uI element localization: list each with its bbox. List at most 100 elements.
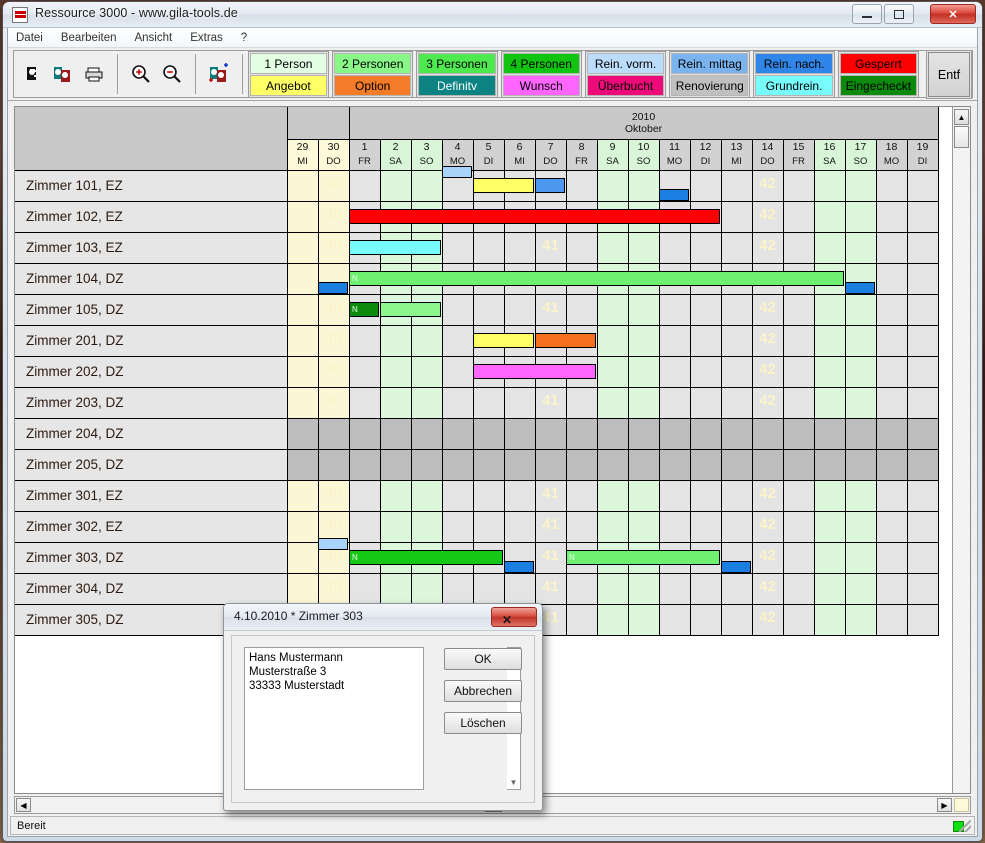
calendar-cell[interactable]: [690, 232, 722, 264]
calendar-cell[interactable]: [907, 418, 939, 450]
calendar-cell[interactable]: [783, 573, 815, 605]
calendar-cell[interactable]: [504, 418, 536, 450]
calendar-cell[interactable]: [659, 449, 691, 481]
calendar-cell[interactable]: [504, 573, 536, 605]
calendar-cell[interactable]: [814, 325, 846, 357]
calendar-cell[interactable]: [349, 449, 381, 481]
legend-eingecheckt-button[interactable]: Eingecheckt: [839, 74, 918, 96]
booking-bar[interactable]: N: [349, 550, 503, 565]
calendar-cell[interactable]: [876, 449, 908, 481]
room-label[interactable]: Zimmer 102, EZ: [15, 201, 288, 233]
calendar-cell[interactable]: [876, 511, 908, 543]
calendar-cell[interactable]: [566, 573, 598, 605]
calendar-cell[interactable]: [566, 511, 598, 543]
calendar-day-header[interactable]: 16 SA: [814, 139, 846, 171]
booking-bar[interactable]: [380, 302, 441, 317]
booking-bar[interactable]: [535, 333, 596, 348]
calendar-cell[interactable]: [380, 387, 412, 419]
calendar-cell[interactable]: [876, 573, 908, 605]
calendar-cell[interactable]: [287, 356, 319, 388]
calendar-cell[interactable]: [721, 325, 753, 357]
calendar-cell[interactable]: 42: [752, 356, 784, 388]
calendar-cell[interactable]: [628, 604, 660, 636]
minimize-button[interactable]: [852, 4, 882, 24]
calendar-cell[interactable]: [907, 449, 939, 481]
table-row[interactable]: Zimmer 103, EZ 40 41 42: [15, 232, 939, 264]
calendar-cell[interactable]: [876, 263, 908, 295]
calendar-cell[interactable]: [566, 480, 598, 512]
calendar-cell[interactable]: [876, 480, 908, 512]
calendar-cell[interactable]: 41: [535, 511, 567, 543]
table-row[interactable]: Zimmer 205, DZ: [15, 449, 939, 481]
calendar-cell[interactable]: [597, 356, 629, 388]
calendar-day-header[interactable]: 6 MI: [504, 139, 536, 171]
calendar-cell[interactable]: 42: [752, 170, 784, 202]
calendar-day-header[interactable]: 11 MO: [659, 139, 691, 171]
calendar-cell[interactable]: [411, 356, 443, 388]
calendar-cell[interactable]: [783, 511, 815, 543]
calendar-cell[interactable]: [380, 418, 412, 450]
calendar-day-header[interactable]: 17 SO: [845, 139, 877, 171]
calendar-cell[interactable]: [876, 170, 908, 202]
calendar-cell[interactable]: 40: [318, 170, 350, 202]
calendar-cell[interactable]: [814, 170, 846, 202]
calendar-cell[interactable]: 40: [318, 573, 350, 605]
calendar-cell[interactable]: [597, 294, 629, 326]
maximize-button[interactable]: [884, 4, 914, 24]
calendar-cell[interactable]: [876, 387, 908, 419]
calendar-cell[interactable]: [628, 294, 660, 326]
delete-button[interactable]: Entf: [928, 51, 971, 97]
calendar-cell[interactable]: [411, 387, 443, 419]
calendar-cell[interactable]: [442, 294, 474, 326]
calendar-cell[interactable]: [535, 449, 567, 481]
calendar-cell[interactable]: [721, 232, 753, 264]
room-label[interactable]: Zimmer 104, DZ: [15, 263, 288, 295]
calendar-cell[interactable]: [380, 170, 412, 202]
calendar-cell[interactable]: [845, 604, 877, 636]
calendar-cell[interactable]: [690, 604, 722, 636]
legend-2-personen-button[interactable]: 2 Personen: [334, 52, 412, 74]
booking-bar[interactable]: [318, 538, 348, 550]
calendar-cell[interactable]: [504, 511, 536, 543]
guests-exchange-icon[interactable]: [52, 63, 74, 85]
calendar-cell[interactable]: 41: [535, 294, 567, 326]
booking-bar[interactable]: [349, 209, 720, 224]
room-label[interactable]: Zimmer 201, DZ: [15, 325, 288, 357]
calendar-cell[interactable]: [442, 480, 474, 512]
calendar-cell[interactable]: [411, 325, 443, 357]
calendar-day-header[interactable]: 1 FR: [349, 139, 381, 171]
ok-button[interactable]: OK: [444, 648, 522, 670]
vertical-scroll-thumb[interactable]: [954, 126, 969, 148]
calendar-cell[interactable]: [876, 542, 908, 574]
calendar-cell[interactable]: [845, 201, 877, 233]
calendar-cell[interactable]: 42: [752, 294, 784, 326]
calendar-cell[interactable]: [907, 294, 939, 326]
legend-3-personen-button[interactable]: 3 Personen: [418, 52, 496, 74]
calendar-cell[interactable]: [287, 542, 319, 574]
booking-bar[interactable]: [349, 240, 441, 255]
guests-add-icon[interactable]: [208, 63, 230, 85]
calendar-cell[interactable]: [907, 604, 939, 636]
calendar-cell[interactable]: [411, 511, 443, 543]
calendar-cell[interactable]: [628, 449, 660, 481]
calendar-cell[interactable]: [721, 604, 753, 636]
calendar-cell[interactable]: [659, 511, 691, 543]
calendar-cell[interactable]: [783, 356, 815, 388]
calendar-day-header[interactable]: 10 SO: [628, 139, 660, 171]
calendar-cell[interactable]: [721, 511, 753, 543]
booking-bar[interactable]: [504, 561, 534, 573]
print-icon[interactable]: [83, 63, 105, 85]
calendar-cell[interactable]: [473, 418, 505, 450]
calendar-cell[interactable]: [907, 511, 939, 543]
calendar-cell[interactable]: 42: [752, 201, 784, 233]
calendar-cell[interactable]: 40: [318, 232, 350, 264]
calendar-cell[interactable]: [473, 449, 505, 481]
calendar-cell[interactable]: [628, 232, 660, 264]
calendar-cell[interactable]: [318, 449, 350, 481]
calendar-cell[interactable]: [845, 449, 877, 481]
calendar-cell[interactable]: [814, 573, 846, 605]
calendar-cell[interactable]: [845, 294, 877, 326]
calendar-cell[interactable]: [504, 232, 536, 264]
calendar-cell[interactable]: [845, 573, 877, 605]
menu-item-bearbeiten[interactable]: Bearbeiten: [61, 32, 117, 44]
